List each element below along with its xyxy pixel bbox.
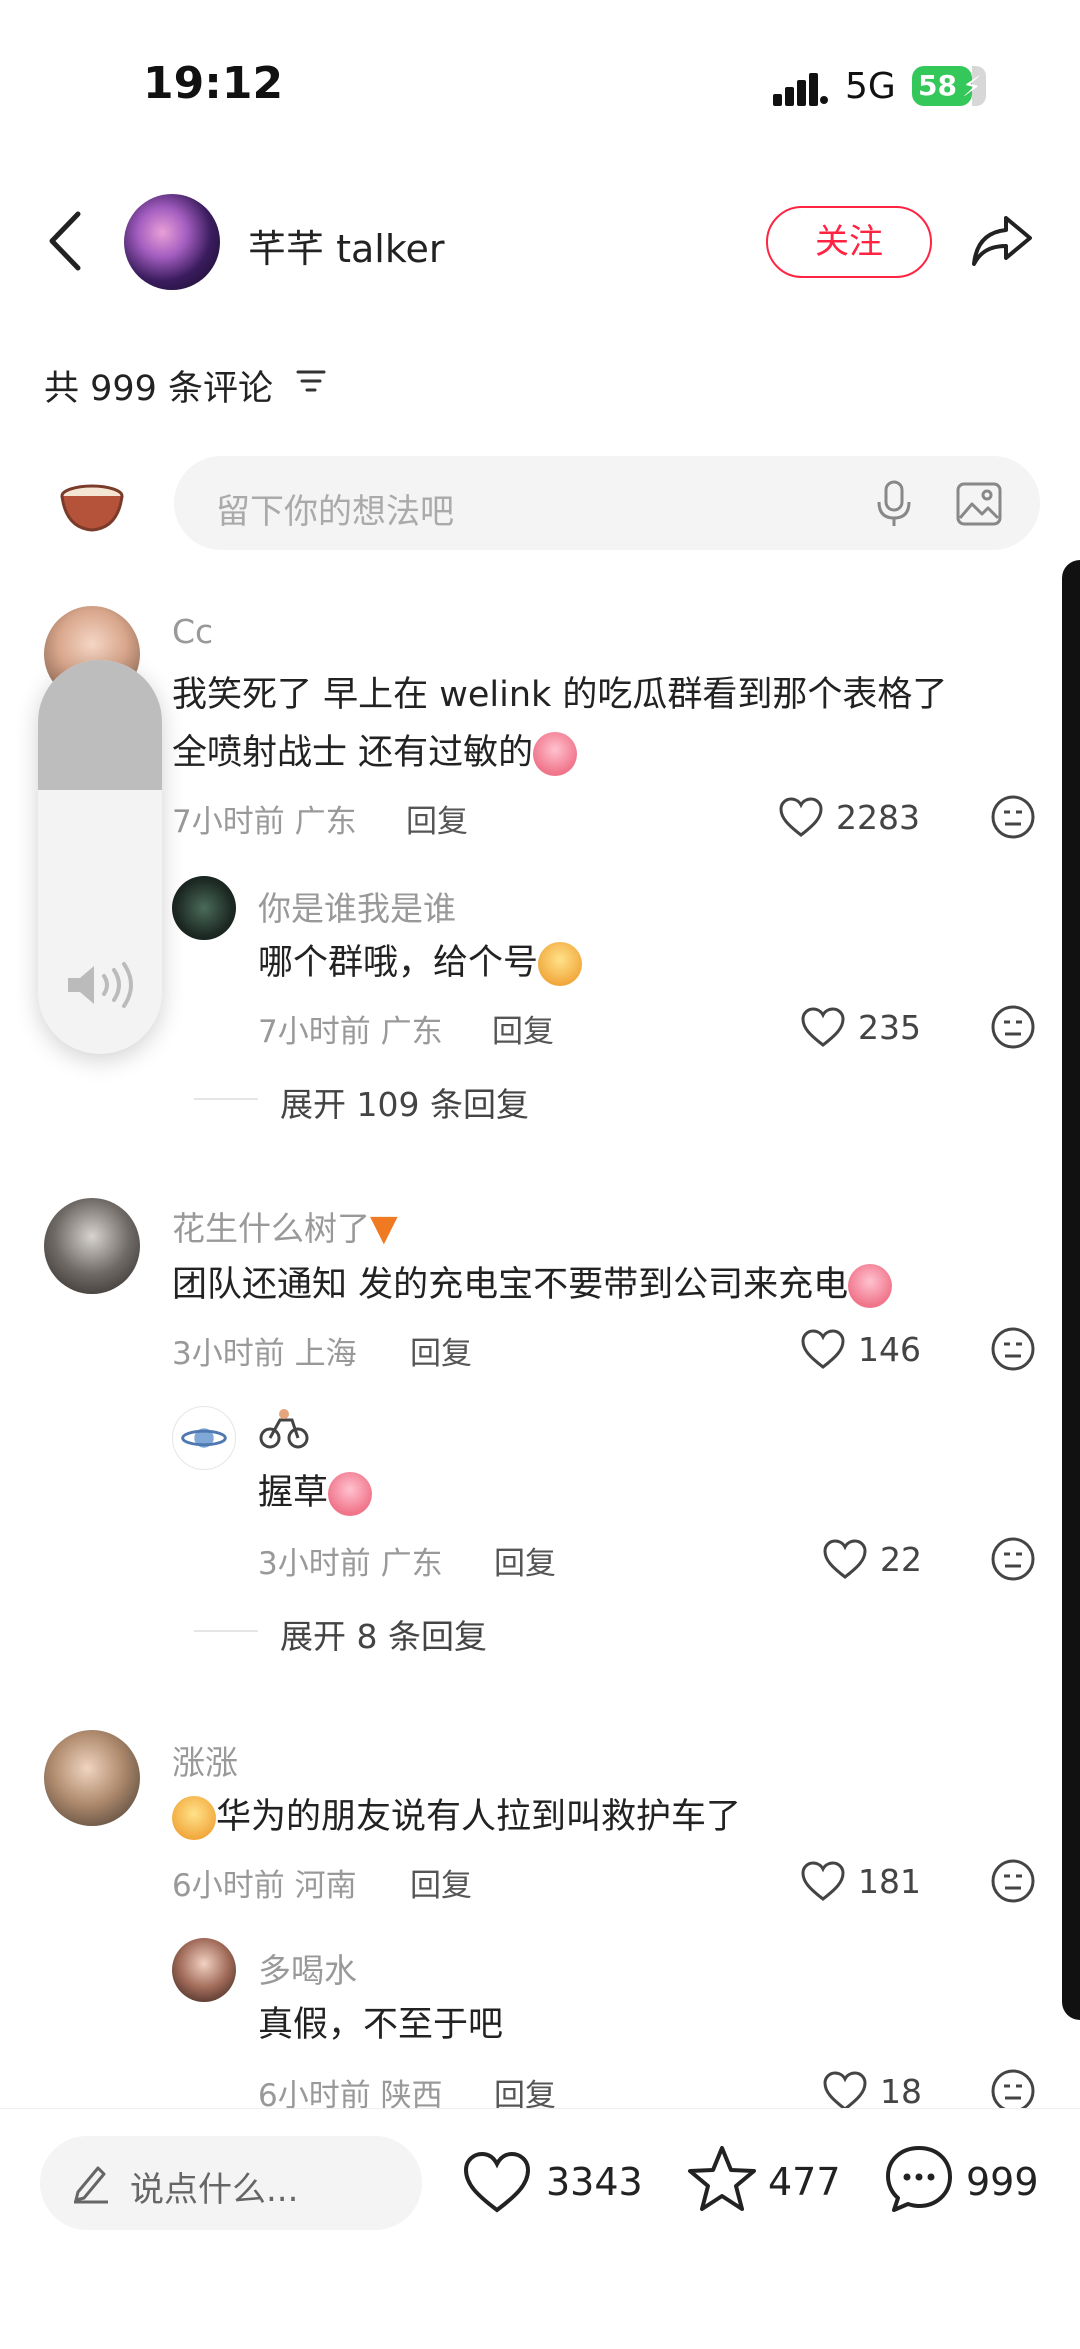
speaker-icon (68, 962, 133, 1008)
like-icon[interactable] (462, 2150, 532, 2214)
reply-avatar[interactable] (172, 876, 236, 940)
like-icon[interactable] (822, 2070, 868, 2112)
like-icon[interactable] (778, 796, 824, 838)
status-time: 19:12 (143, 58, 284, 109)
reply-button[interactable]: 回复 (494, 1538, 556, 1583)
commenter-avatar[interactable] (44, 1730, 140, 1826)
network-label: 5G (845, 66, 896, 107)
star-count: 477 (768, 2160, 841, 2204)
like-count: 22 (880, 1540, 922, 1579)
reply-avatar[interactable] (172, 1938, 236, 2002)
like-icon[interactable] (800, 1006, 846, 1048)
happy-emoji-icon (172, 1796, 216, 1840)
comment-meta: 3小时前 上海 (172, 1336, 357, 1372)
say-something-placeholder: 说点什么... (130, 2170, 299, 2210)
comment-text: 团队还通知 发的充电宝不要带到公司来充电 (172, 1256, 893, 1314)
like-icon[interactable] (800, 1328, 846, 1370)
commenter-avatar[interactable] (44, 1198, 140, 1294)
volume-level (38, 660, 162, 790)
screen-edge (1062, 560, 1080, 2020)
pencil-icon (74, 2166, 108, 2204)
dislike-icon[interactable] (990, 1004, 1036, 1050)
expand-divider (194, 1098, 258, 1100)
dislike-icon[interactable] (990, 1326, 1036, 1372)
reply-text: 握草 (258, 1464, 373, 1522)
commenter-name[interactable]: 涨涨 (172, 1736, 238, 1784)
reply-button[interactable]: 回复 (410, 1860, 472, 1905)
commenter-name[interactable]: Cc (172, 612, 213, 651)
share-icon[interactable] (970, 212, 1034, 268)
microphone-icon[interactable] (874, 480, 914, 528)
volume-slider[interactable] (38, 660, 162, 1054)
reply-text: 哪个群哦，给个号 (258, 934, 583, 992)
reply-meta: 7小时前 广东 (258, 1014, 443, 1050)
like-icon[interactable] (822, 1538, 868, 1580)
like-count: 3343 (546, 2160, 643, 2204)
comment-text: 华为的朋友说有人拉到叫救护车了 (172, 1788, 741, 1846)
reply-button[interactable]: 回复 (492, 1006, 554, 1051)
happy-emoji-icon (538, 942, 583, 986)
author-name[interactable]: 芊芊 talker (248, 218, 444, 273)
comment-meta: 6小时前 河南 (172, 1868, 357, 1904)
dislike-icon[interactable] (990, 1858, 1036, 1904)
expand-divider (194, 1630, 258, 1632)
like-count: 2283 (836, 798, 920, 837)
dislike-icon[interactable] (990, 1536, 1036, 1582)
bowl-icon (60, 484, 124, 532)
reply-text: 真假，不至于吧 (258, 2005, 504, 2045)
reply-user-name[interactable]: 你是谁我是谁 (258, 882, 456, 930)
back-icon[interactable] (46, 210, 86, 272)
expand-replies[interactable]: 展开 109 条回复 (280, 1078, 529, 1126)
reply-meta: 3小时前 广东 (258, 1546, 443, 1582)
comment-meta: 7小时前 广东 (172, 804, 357, 840)
like-icon[interactable] (800, 1860, 846, 1902)
star-icon[interactable] (686, 2144, 758, 2214)
crying-emoji-icon (533, 732, 578, 776)
image-icon[interactable] (956, 482, 1002, 526)
carrot-icon: ▼ (370, 1208, 398, 1249)
crying-emoji-icon (328, 1472, 373, 1516)
dislike-icon[interactable] (990, 794, 1036, 840)
comment-count: 共 999 条评论 (44, 369, 274, 409)
like-count: 181 (858, 1862, 921, 1901)
filter-icon[interactable] (296, 368, 326, 394)
bicycle-icon (258, 1406, 310, 1450)
charging-icon: ⚡ (962, 70, 982, 103)
signal-icon (773, 73, 828, 106)
comment-input-placeholder: 留下你的想法吧 (216, 492, 454, 532)
like-count: 146 (858, 1330, 921, 1369)
reply-avatar[interactable] (172, 1406, 236, 1470)
comment-icon[interactable] (884, 2144, 954, 2214)
like-count: 235 (858, 1008, 921, 1047)
follow-button[interactable]: 关注 (766, 206, 932, 278)
reply-user-name[interactable]: 多喝水 (258, 1944, 357, 1992)
comment-text: 我笑死了 早上在 welink 的吃瓜群看到那个表格了 全喷射战士 还有过敏的 (172, 666, 947, 782)
expand-replies[interactable]: 展开 8 条回复 (280, 1610, 487, 1658)
like-count: 18 (880, 2072, 922, 2111)
reply-button[interactable]: 回复 (406, 796, 468, 841)
crying-emoji-icon (848, 1264, 893, 1308)
reply-button[interactable]: 回复 (410, 1328, 472, 1373)
commenter-name[interactable]: 花生什么树了▼ (172, 1202, 398, 1250)
planet-icon (181, 1428, 227, 1448)
author-avatar[interactable] (124, 194, 220, 290)
comment-total: 999 (966, 2160, 1039, 2204)
